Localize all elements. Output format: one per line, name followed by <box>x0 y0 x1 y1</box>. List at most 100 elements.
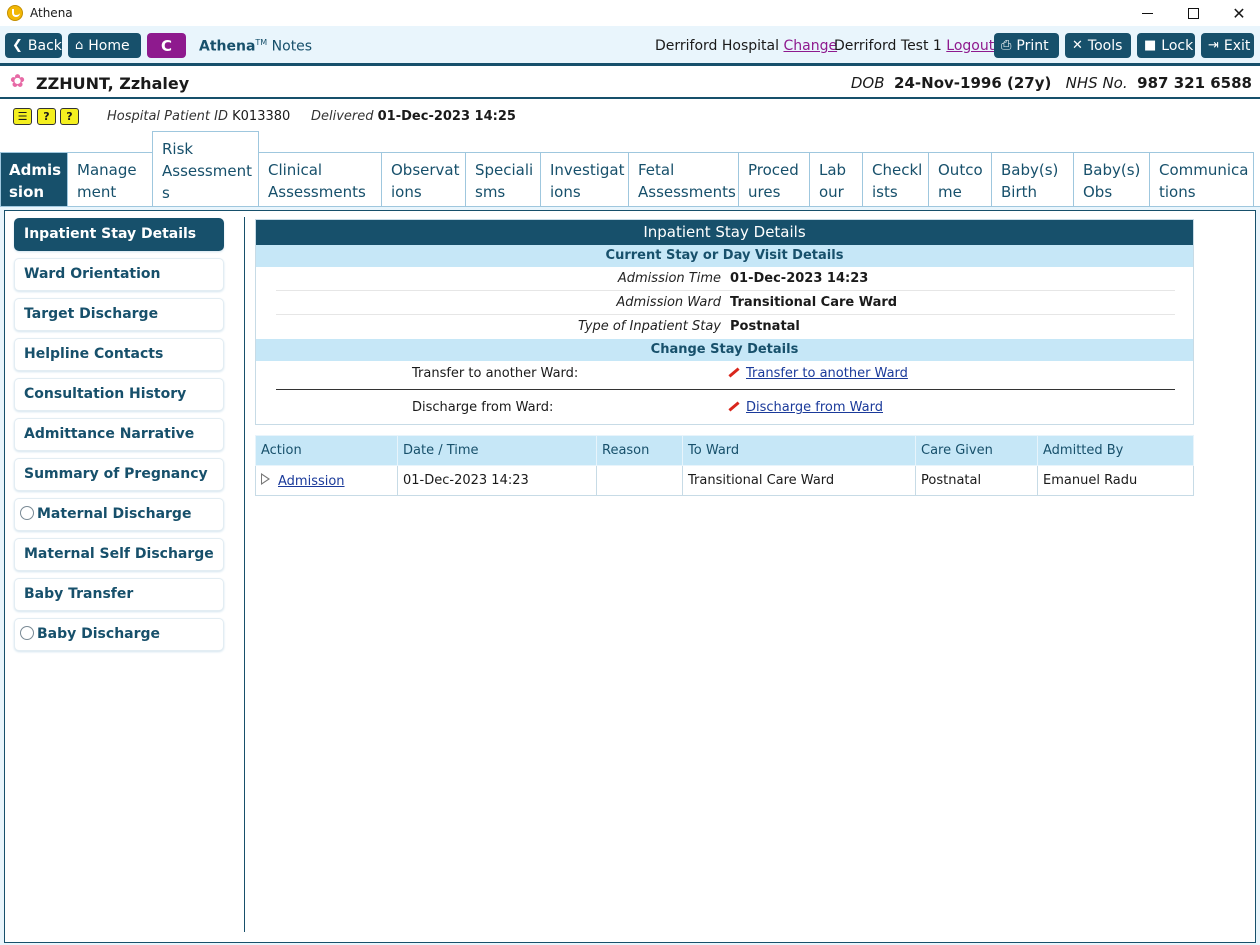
sidenav-baby-discharge[interactable]: Baby Discharge <box>14 618 224 651</box>
hospital-name: Derriford Hospital <box>655 38 780 54</box>
user-name: Derriford Test 1 <box>834 38 942 54</box>
sidenav-maternal-discharge[interactable]: Maternal Discharge <box>14 498 224 531</box>
chevron-left-icon: ❮ <box>12 38 23 53</box>
tab-risk-assessments[interactable]: Risk Assessment s <box>152 131 259 207</box>
window-title: Athena <box>30 6 73 20</box>
minimize-button[interactable] <box>1124 0 1170 26</box>
tab-checklists[interactable]: Checkl ists <box>862 152 929 207</box>
close-button[interactable]: ✕ <box>1216 0 1260 26</box>
c-button[interactable]: C <box>147 33 186 58</box>
alert-query-icon[interactable]: ? <box>60 108 79 125</box>
cell-care-given: Postnatal <box>915 465 1038 496</box>
discharge-row: Discharge from Ward: Discharge from Ward <box>256 395 1193 423</box>
patient-info-line: Hospital Patient ID K013380 Delivered 01… <box>107 109 516 124</box>
stay-history-table: Action Date / Time Reason To Ward Care G… <box>255 435 1194 496</box>
col-care-given: Care Given <box>915 435 1038 466</box>
sidenav-admittance-narrative[interactable]: Admittance Narrative <box>14 418 224 451</box>
sidenav-maternal-self-discharge[interactable]: Maternal Self Discharge <box>14 538 224 571</box>
pencil-icon <box>728 367 740 378</box>
col-to-ward: To Ward <box>682 435 916 466</box>
status-circle-icon <box>20 626 34 640</box>
patient-name: ZZHUNT, Zzhaley <box>36 74 190 93</box>
tab-fetal-assessments[interactable]: Fetal Assessments <box>628 152 739 207</box>
tab-outcome[interactable]: Outco me <box>928 152 992 207</box>
tab-communications[interactable]: Communica tions <box>1149 152 1254 207</box>
alert-list-icon[interactable]: ☰ <box>13 108 32 125</box>
col-admitted-by: Admitted By <box>1037 435 1194 466</box>
tools-icon: ✕ <box>1072 38 1083 53</box>
status-circle-icon <box>20 506 34 520</box>
sidenav-helpline-contacts-history[interactable]: Helpline Contacts History <box>14 338 224 393</box>
sidenav-baby-transfer[interactable]: Baby Transfer <box>14 578 224 611</box>
cell-to-ward: Transitional Care Ward <box>682 465 916 496</box>
pencil-icon <box>728 401 740 412</box>
printer-icon: ⎙ <box>1001 38 1012 53</box>
tab-admission[interactable]: Admis sion <box>0 152 68 207</box>
cell-admitted-by: Emanuel Radu <box>1037 465 1194 496</box>
change-hospital-link[interactable]: Change <box>783 38 837 54</box>
app-brand: AthenaTM Notes <box>199 38 313 55</box>
main-tabs: Admis sion Manage ment Risk Assessment s Cli… <box>0 131 1260 207</box>
delivered-datetime: 01-Dec-2023 14:25 <box>377 109 516 124</box>
sidenav-summary-of-pregnancy[interactable]: Summary of Pregnancy <box>14 458 224 491</box>
sidenav-consultation-history[interactable]: Consultation History <box>14 378 224 411</box>
maximize-icon <box>1187 7 1199 19</box>
admission-ward-row: Admission Ward Transitional Care Ward <box>256 291 1193 315</box>
alert-question-icon[interactable]: ? <box>37 108 56 125</box>
admission-link[interactable]: Admission <box>278 474 345 489</box>
action-divider <box>276 389 1175 390</box>
col-datetime: Date / Time <box>397 435 597 466</box>
tab-procedures[interactable]: Proced ures <box>738 152 810 207</box>
sidenav-inpatient-stay-details[interactable]: Inpatient Stay Details <box>14 218 224 251</box>
tab-babys-birth[interactable]: Baby(s) Birth <box>991 152 1074 207</box>
logout-link[interactable]: Logout <box>946 38 994 54</box>
col-action: Action <box>255 435 398 466</box>
exit-icon: ⇥ <box>1208 38 1219 53</box>
maximize-button[interactable] <box>1170 0 1216 26</box>
current-stay-heading: Current Stay or Day Visit Details <box>256 245 1193 267</box>
home-button[interactable]: ⌂ Home <box>68 33 141 58</box>
cell-reason <box>596 465 683 496</box>
tab-labour[interactable]: Lab our <box>809 152 863 207</box>
cell-datetime: 01-Dec-2023 14:23 <box>397 465 597 496</box>
tab-observations[interactable]: Observat ions <box>381 152 466 207</box>
athena-logo-icon <box>7 5 23 21</box>
lock-button[interactable]: ■ Lock <box>1137 33 1195 58</box>
tab-clinical-assessments[interactable]: Clinical Assessments <box>258 152 382 207</box>
admission-ward-value: Transitional Care Ward <box>730 295 898 310</box>
lock-icon: ■ <box>1144 38 1157 53</box>
user-info: Derriford Test 1 Logout <box>834 38 994 54</box>
transfer-row: Transfer to another Ward: Transfer to an… <box>256 361 1193 389</box>
stay-type-row: Type of Inpatient Stay Postnatal <box>256 315 1193 339</box>
col-reason: Reason <box>596 435 683 466</box>
stay-type-value: Postnatal <box>730 319 800 334</box>
sidenav-target-discharge[interactable]: Target Discharge <box>14 298 224 331</box>
hospital-patient-id: K013380 <box>232 109 291 124</box>
tools-button[interactable]: ✕ Tools <box>1065 33 1131 58</box>
exit-button[interactable]: ⇥ Exit <box>1201 33 1254 58</box>
patient-banner: ✿ ZZHUNT, Zzhaley DOB 24-Nov-1996 (27y) … <box>0 66 1260 99</box>
patient-identifiers: DOB 24-Nov-1996 (27y) NHS No. 987 321 65… <box>850 74 1252 92</box>
hospital-info: Derriford Hospital Change <box>655 38 837 54</box>
change-stay-heading: Change Stay Details <box>256 339 1193 361</box>
tab-investigations[interactable]: Investigat ions <box>540 152 629 207</box>
print-button[interactable]: ⎙ Print <box>994 33 1059 58</box>
table-row: Admission 01-Dec-2023 14:23 Transitional… <box>255 465 1194 496</box>
sidenav-ward-orientation[interactable]: Ward Orientation <box>14 258 224 291</box>
patient-nhs-number: 987 321 6588 <box>1137 74 1252 92</box>
title-bar: Athena <box>0 0 1260 26</box>
table-header-row: Action Date / Time Reason To Ward Care G… <box>255 435 1194 466</box>
close-icon: ✕ <box>1232 3 1246 23</box>
transfer-ward-link[interactable]: Transfer to another Ward <box>728 361 908 387</box>
nav-divider <box>244 217 245 932</box>
flower-icon: ✿ <box>10 71 26 92</box>
tab-specialisms[interactable]: Speciali sms <box>465 152 541 207</box>
tab-management[interactable]: Manage ment <box>67 152 153 207</box>
panel-title: Inpatient Stay Details <box>256 220 1193 245</box>
tab-babys-obs[interactable]: Baby(s) Obs <box>1073 152 1150 207</box>
discharge-ward-link[interactable]: Discharge from Ward <box>728 395 883 421</box>
expand-triangle-icon[interactable] <box>261 472 270 485</box>
patient-dob: 24-Nov-1996 (27y) <box>894 74 1052 92</box>
cell-action: Admission <box>255 465 398 496</box>
back-button[interactable]: ❮ Back <box>5 33 62 58</box>
